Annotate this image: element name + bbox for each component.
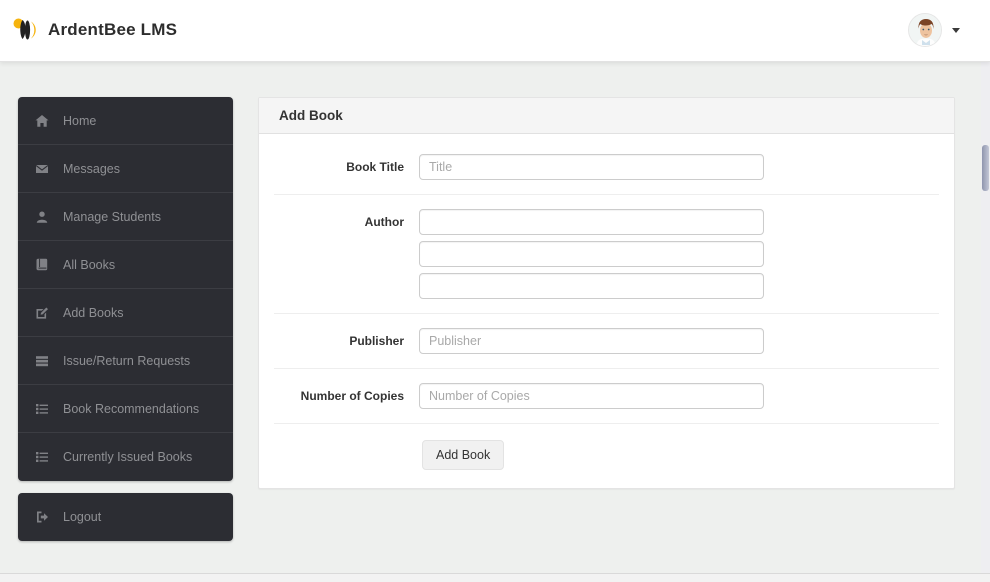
envelope-icon (34, 161, 49, 176)
home-icon (34, 113, 49, 128)
sidebar-item-label: Currently Issued Books (63, 450, 193, 464)
page-scrollbar[interactable] (981, 62, 990, 582)
sidebar-item-book-recommendations[interactable]: Book Recommendations (18, 385, 233, 433)
user-avatar (908, 13, 942, 47)
form-group-author: Author (274, 209, 939, 299)
sidebar-item-label: Book Recommendations (63, 401, 200, 416)
sidebar-item-label: Add Books (63, 305, 124, 320)
author-input-3[interactable] (419, 273, 764, 299)
sidebar-item-manage-students[interactable]: Manage Students (18, 193, 233, 241)
sidebar-item-label: Manage Students (63, 209, 161, 224)
sidebar-item-label: Issue/Return Requests (63, 353, 191, 368)
book-icon (34, 257, 49, 272)
add-book-form: Book Title Author Publisher Number of Co… (259, 134, 954, 488)
divider (274, 194, 939, 195)
add-book-button[interactable]: Add Book (422, 440, 505, 470)
sidebar-item-all-books[interactable]: All Books (18, 241, 233, 289)
sidebar-item-label: Home (63, 113, 97, 128)
form-group-number-of-copies: Number of Copies (274, 383, 939, 409)
divider (274, 313, 939, 314)
list-icon (34, 450, 49, 465)
sidebar-item-messages[interactable]: Messages (18, 145, 233, 193)
number-of-copies-input[interactable] (419, 383, 764, 409)
sidebar-item-currently-issued-books[interactable]: Currently Issued Books (18, 433, 233, 481)
book-title-label: Book Title (346, 160, 404, 174)
bee-logo-icon (13, 16, 39, 44)
form-actions: Add Book (422, 438, 939, 474)
form-group-book-title: Book Title (274, 154, 939, 180)
sidebar-item-logout[interactable]: Logout (18, 493, 233, 541)
number-of-copies-label: Number of Copies (300, 389, 404, 403)
divider (274, 423, 939, 424)
page-bottom-edge (0, 573, 990, 582)
form-group-publisher: Publisher (274, 328, 939, 354)
chevron-down-icon (952, 27, 960, 33)
sign-out-icon (34, 510, 49, 525)
add-book-panel: Add Book Book Title Author Publisher (258, 97, 955, 489)
list-icon (34, 401, 49, 416)
sidebar-item-home[interactable]: Home (18, 97, 233, 145)
scrollbar-thumb[interactable] (982, 145, 989, 191)
user-dropdown[interactable] (908, 13, 960, 47)
sidebar-item-add-books[interactable]: Add Books (18, 289, 233, 337)
author-label: Author (364, 215, 404, 229)
author-input-2[interactable] (419, 241, 764, 267)
edit-icon (34, 305, 49, 320)
sidebar-nav: Home Messages Manage Students All Books (18, 97, 233, 481)
app-title: ArdentBee LMS (48, 20, 178, 39)
sidebar-item-label: Logout (63, 510, 102, 524)
user-icon (34, 209, 49, 224)
author-input-1[interactable] (419, 209, 764, 235)
sidebar: Home Messages Manage Students All Books (18, 97, 233, 541)
brand[interactable]: ArdentBee LMS (13, 16, 177, 44)
sidebar-item-label: Messages (63, 161, 120, 176)
sidebar-item-issue-return-requests[interactable]: Issue/Return Requests (18, 337, 233, 385)
publisher-input[interactable] (419, 328, 764, 354)
sidebar-logout-block: Logout (18, 493, 233, 541)
panel-title: Add Book (259, 98, 954, 134)
book-title-input[interactable] (419, 154, 764, 180)
top-header: ArdentBee LMS (0, 0, 990, 62)
publisher-label: Publisher (349, 334, 404, 348)
sidebar-item-label: All Books (63, 257, 116, 272)
stacked-bars-icon (34, 353, 49, 368)
divider (274, 368, 939, 369)
